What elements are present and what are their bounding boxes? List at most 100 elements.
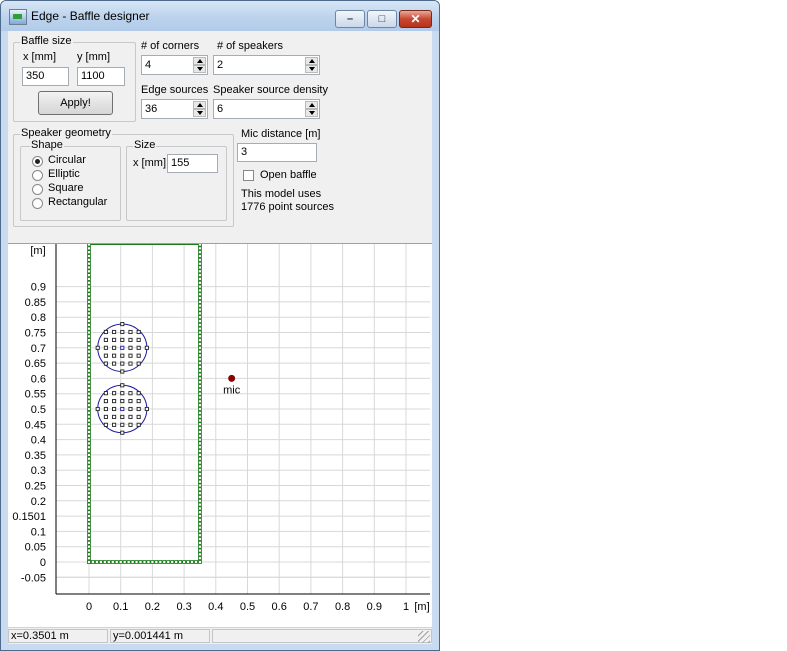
baffle-plot[interactable]: 0 0.1 0.2 0.3 0.4 0.5 0.6 0.7 0.8 0.9 1 -0.05 0 0.05 0… — [8, 242, 432, 629]
app-window: Edge - Baffle designer – □ ✕ Baffle size… — [0, 0, 440, 651]
baffle-edge-point — [142, 560, 147, 564]
speaker-source-point — [144, 406, 149, 412]
minimize-button[interactable]: – — [335, 10, 365, 28]
baffle-edge-point — [87, 326, 91, 331]
edge-sources-value: 36 — [145, 103, 158, 115]
mic-distance-label: Mic distance [m] — [241, 128, 321, 140]
baffle-edge-point — [134, 560, 139, 564]
speaker-source-point — [120, 337, 125, 342]
edge-sources-spinner[interactable]: 36 — [141, 99, 208, 119]
baffle-edge-point — [87, 502, 91, 507]
baffle-edge-point — [102, 560, 107, 564]
baffle-edge-point — [87, 533, 91, 538]
speaker-geometry-group: Speaker geometry Shape Circular Elliptic… — [13, 127, 234, 227]
speaker-source-point — [136, 422, 141, 427]
speakers-spinner[interactable]: 2 — [213, 55, 320, 75]
radio-circular[interactable] — [32, 156, 43, 167]
corners-spinner[interactable]: 4 — [141, 55, 208, 75]
baffle-edge-point — [198, 242, 202, 247]
y-tick-label: 0.85 — [25, 297, 46, 309]
mic-distance-input[interactable]: 3 — [237, 143, 317, 162]
apply-button[interactable]: Apply! — [38, 91, 113, 115]
speaker-source-point — [120, 422, 125, 427]
speaker-source-point — [103, 406, 108, 412]
baffle-edge-point — [198, 315, 202, 320]
maximize-button[interactable]: □ — [367, 10, 397, 28]
y-tick-label: 0.45 — [25, 419, 46, 431]
speaker-source-point — [112, 414, 117, 419]
baffle-edge-point — [198, 468, 202, 473]
y-axis-label: [m] — [30, 245, 45, 257]
speaker-source-point — [128, 361, 133, 366]
baffle-edge-point — [87, 322, 91, 327]
speaker-source-point — [103, 399, 108, 404]
baffle-edge-point — [87, 261, 91, 266]
app-icon — [9, 9, 27, 25]
baffle-edge-point — [95, 560, 99, 564]
speaker-source-point — [128, 353, 133, 358]
close-button[interactable]: ✕ — [399, 10, 432, 28]
y-tick-label: 0.9 — [31, 282, 46, 294]
baffle-edge-point — [198, 303, 202, 308]
open-baffle-checkbox[interactable] — [243, 170, 254, 181]
baffle-edge-point — [198, 250, 202, 255]
speaker-source-point — [136, 399, 141, 404]
baffle-edge-point — [87, 257, 91, 262]
size-x-input[interactable]: 155 — [167, 154, 218, 173]
baffle-edge-point — [87, 426, 91, 431]
baffle-x-input[interactable]: 350 — [22, 67, 69, 86]
baffle-edge-point — [198, 361, 202, 365]
y-tick-label: 0.1 — [31, 526, 46, 538]
baffle-plot-svg[interactable]: 0 0.1 0.2 0.3 0.4 0.5 0.6 0.7 0.8 0.9 1 -0.05 0 0.05 0… — [8, 242, 432, 628]
baffle-edge-point — [87, 246, 91, 251]
baffle-edge-point — [198, 460, 202, 465]
corners-down-arrow-icon[interactable] — [193, 65, 206, 73]
baffle-edge-point — [87, 556, 91, 561]
corners-up-arrow-icon[interactable] — [193, 57, 206, 65]
radio-rectangular[interactable] — [32, 198, 43, 209]
baffle-edge-point — [87, 437, 91, 442]
speakers-label: # of speakers — [217, 40, 284, 52]
radio-elliptic[interactable] — [32, 170, 43, 181]
baffle-edge-point — [198, 437, 202, 442]
baffle-edge-point — [198, 521, 202, 526]
baffle-edge-point — [87, 288, 91, 293]
density-spinner[interactable]: 6 — [213, 99, 320, 119]
x-tick-label: 0.5 — [240, 601, 255, 613]
baffle-edge-point — [87, 342, 91, 346]
y-tick-label: 0.05 — [25, 542, 46, 554]
baffle-y-input[interactable]: 1100 — [77, 67, 125, 86]
speakers-down-arrow-icon[interactable] — [305, 65, 318, 73]
x-tick-label: 0.6 — [272, 601, 287, 613]
baffle-edge-point — [87, 495, 91, 499]
baffle-edge-point — [170, 560, 175, 564]
baffle-edge-point — [87, 303, 91, 308]
speaker-source-point — [136, 345, 141, 350]
corners-label: # of corners — [141, 40, 200, 52]
baffle-edge-point — [87, 403, 91, 408]
baffle-edge-point — [87, 510, 91, 515]
title-bar[interactable]: Edge - Baffle designer – □ ✕ — [1, 1, 439, 31]
baffle-edge-point — [87, 525, 91, 530]
baffle-edge-point — [87, 361, 91, 365]
baffle-edge-point — [87, 311, 91, 316]
baffle-edge-point — [198, 445, 202, 450]
density-down-arrow-icon[interactable] — [305, 109, 318, 117]
speaker-source-point — [103, 329, 108, 335]
density-up-arrow-icon[interactable] — [305, 101, 318, 109]
baffle-edge-point — [198, 433, 202, 438]
speakers-up-arrow-icon[interactable] — [305, 57, 318, 65]
edge-sources-down-arrow-icon[interactable] — [193, 109, 206, 117]
speaker-source-point — [128, 422, 133, 427]
baffle-edge-point — [198, 487, 202, 492]
radio-circular-label: Circular — [48, 154, 86, 166]
baffle-edge-point — [174, 560, 179, 564]
edge-sources-up-arrow-icon[interactable] — [193, 101, 206, 109]
baffle-edge-point — [194, 560, 198, 564]
resize-grip-icon[interactable] — [418, 631, 430, 643]
speaker-source-point — [136, 414, 141, 419]
radio-square[interactable] — [32, 184, 43, 195]
baffle-edge-point — [87, 338, 91, 343]
baffle-edge-point — [87, 544, 91, 549]
speaker-source-point — [136, 391, 141, 396]
